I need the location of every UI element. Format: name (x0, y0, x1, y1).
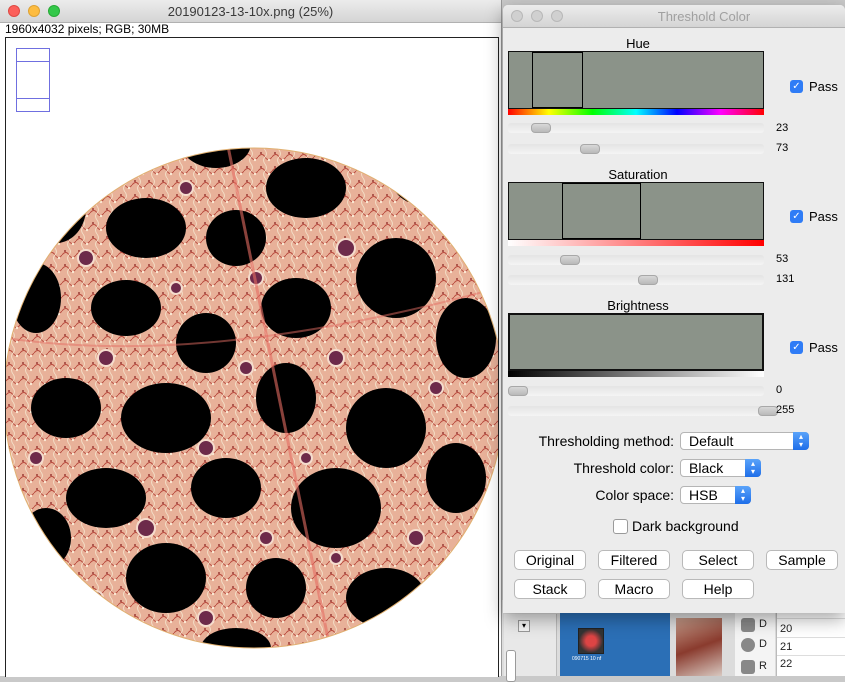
brightness-gradient (508, 371, 764, 377)
slider-knob[interactable] (580, 144, 600, 154)
saturation-selection (562, 183, 641, 239)
thresholding-method-value: Default (689, 433, 734, 449)
panel-edge (506, 650, 516, 682)
image-thumbnail[interactable] (676, 618, 722, 676)
row-numbers: 20 21 22 (776, 604, 845, 676)
threshold-color-window[interactable]: Threshold Color Hue ✓ Pass 23 73 Saturat… (503, 5, 845, 613)
brightness-max-slider[interactable] (508, 406, 778, 416)
chevron-down-icon[interactable]: ▾ (518, 620, 530, 632)
brightness-heading: Brightness (607, 298, 669, 313)
brightness-pass-label: Pass (809, 340, 838, 355)
row-number: 20 (780, 623, 793, 635)
threshold-color-value: Black (689, 460, 724, 476)
stack-button[interactable]: Stack (514, 579, 586, 599)
file-thumbnail[interactable] (578, 628, 604, 654)
close-icon[interactable] (511, 10, 523, 22)
checkmark-icon[interactable]: ✓ (790, 341, 803, 354)
saturation-max-value: 131 (776, 273, 795, 285)
hue-pass-label: Pass (809, 79, 838, 94)
threshold-color-select[interactable]: Black ▴ ▾ (680, 459, 761, 477)
tissue-image[interactable] (6, 38, 498, 677)
row-divider (777, 655, 845, 656)
saturation-heading: Saturation (608, 167, 668, 182)
hue-selection (532, 52, 583, 108)
sidebar-item[interactable]: R (759, 660, 767, 672)
threshold-window-titlebar[interactable]: Threshold Color (503, 5, 845, 28)
row-number: 21 (780, 641, 793, 653)
color-space-select[interactable]: HSB ▴ ▾ (680, 486, 751, 504)
saturation-min-value: 53 (776, 253, 789, 265)
zoom-icon[interactable] (551, 10, 563, 22)
download-icon (741, 638, 755, 652)
selected-file-tile[interactable] (560, 608, 670, 676)
image-window[interactable]: 20190123-13-10x.png (25%) 1960x4032 pixe… (0, 0, 502, 677)
image-window-titlebar[interactable]: 20190123-13-10x.png (25%) (0, 0, 501, 23)
image-window-title: 20190123-13-10x.png (25%) (167, 4, 334, 19)
threshold-color-label: Threshold color: (573, 460, 674, 476)
image-info: 1960x4032 pixels; RGB; 30MB (5, 22, 170, 36)
macro-button[interactable]: Macro (598, 579, 670, 599)
document-icon (741, 660, 755, 674)
hue-heading: Hue (626, 36, 650, 51)
dark-background-label: Dark background (632, 518, 739, 534)
folder-icon (741, 618, 755, 632)
navigator-box[interactable] (16, 48, 50, 112)
minimize-icon[interactable] (531, 10, 543, 22)
chevron-updown-icon: ▴ ▾ (793, 432, 809, 450)
thresholding-method-label: Thresholding method: (538, 433, 674, 449)
hue-min-slider[interactable] (508, 123, 764, 133)
navigator-viewport[interactable] (17, 61, 49, 99)
thumbnail-caption: 090715 10 nf (572, 656, 602, 662)
dark-background-checkbox[interactable] (613, 519, 628, 534)
brightness-histogram (508, 313, 764, 371)
brightness-min-slider[interactable] (508, 386, 764, 396)
thresholding-method-select[interactable]: Default ▴ ▾ (680, 432, 809, 450)
slider-knob[interactable] (758, 406, 778, 416)
slider-knob[interactable] (560, 255, 580, 265)
slider-knob[interactable] (531, 123, 551, 133)
finder-panel: ▾ (504, 614, 557, 682)
hue-max-value: 73 (776, 142, 789, 154)
slider-knob[interactable] (638, 275, 658, 285)
image-canvas[interactable] (5, 37, 499, 677)
row-divider (777, 618, 845, 619)
chevron-updown-icon: ▴ ▾ (745, 459, 761, 477)
threshold-window-title: Threshold Color (657, 9, 751, 24)
slider-knob[interactable] (508, 386, 528, 396)
saturation-gradient (508, 240, 764, 246)
original-button[interactable]: Original (514, 550, 586, 570)
select-button[interactable]: Select (682, 550, 754, 570)
sidebar-item[interactable]: D (759, 638, 767, 650)
row-number: 22 (780, 658, 793, 670)
saturation-histogram (508, 182, 764, 240)
row-divider (777, 637, 845, 638)
filtered-button[interactable]: Filtered (598, 550, 670, 570)
sidebar-list: D D R (735, 604, 775, 676)
hue-max-slider[interactable] (508, 144, 764, 154)
color-space-label: Color space: (595, 487, 674, 503)
brightness-max-value: 255 (776, 404, 795, 416)
hue-min-value: 23 (776, 122, 789, 134)
hue-histogram (508, 51, 764, 109)
brightness-min-value: 0 (776, 384, 783, 396)
saturation-max-slider[interactable] (508, 275, 764, 285)
checkmark-icon[interactable]: ✓ (790, 210, 803, 223)
checkmark-icon[interactable]: ✓ (790, 80, 803, 93)
help-button[interactable]: Help (682, 579, 754, 599)
hue-gradient (508, 109, 764, 115)
sidebar-item[interactable]: D (759, 618, 767, 630)
chevron-updown-icon: ▴ ▾ (735, 486, 751, 504)
saturation-min-slider[interactable] (508, 255, 764, 265)
color-space-value: HSB (689, 487, 718, 503)
sample-button[interactable]: Sample (766, 550, 838, 570)
saturation-pass-label: Pass (809, 209, 838, 224)
